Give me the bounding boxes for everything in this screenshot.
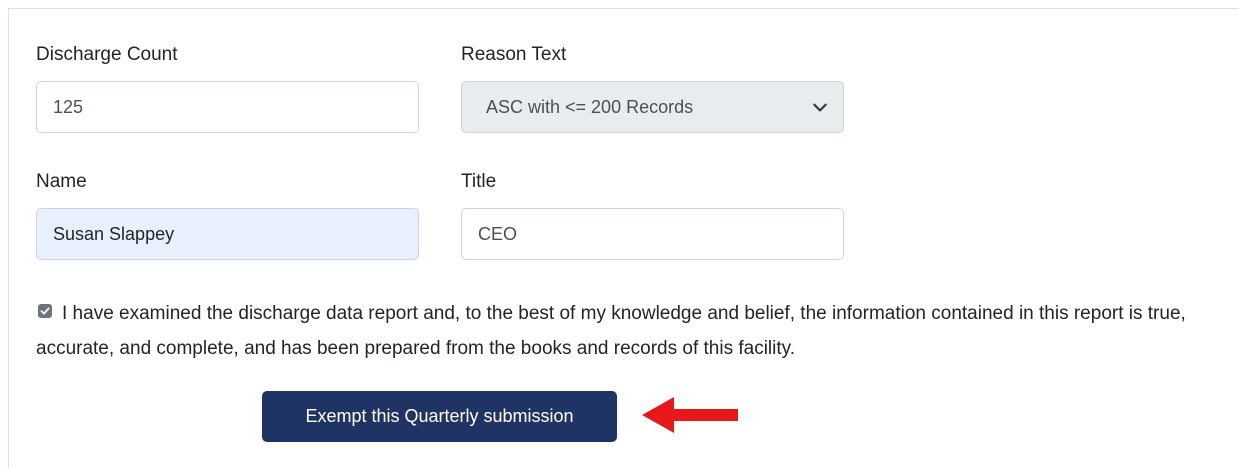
chevron-down-icon <box>813 103 827 112</box>
reason-text-select[interactable]: ASC with <= 200 Records <box>461 81 844 133</box>
name-label: Name <box>36 171 87 192</box>
certification-statement: I have examined the discharge data repor… <box>36 303 1186 359</box>
exempt-submission-button[interactable]: Exempt this Quarterly submission <box>262 391 617 442</box>
name-input[interactable] <box>36 208 419 260</box>
title-input[interactable] <box>461 208 844 260</box>
title-label: Title <box>461 171 497 192</box>
reason-text-label: Reason Text <box>461 44 567 65</box>
arrow-left-icon <box>642 397 738 433</box>
discharge-count-input[interactable] <box>36 81 419 133</box>
discharge-count-label: Discharge Count <box>36 44 178 65</box>
reason-text-selected-value: ASC with <= 200 Records <box>486 96 694 117</box>
